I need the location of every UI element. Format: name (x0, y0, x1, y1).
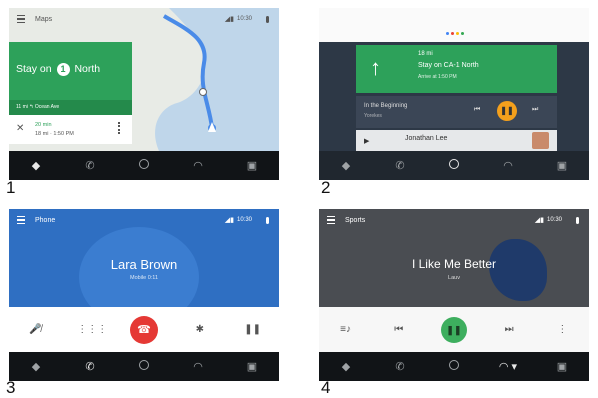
artist-name: Lauv (448, 275, 460, 281)
home-icon[interactable] (134, 360, 154, 373)
song-title: I Like Me Better (411, 257, 497, 271)
route-badge: 1 (56, 63, 70, 76)
close-icon[interactable]: ✕ (16, 123, 24, 134)
bottom-nav: ◆ ✆ ◠ ▣ (9, 151, 279, 180)
mic-icon[interactable] (266, 15, 269, 23)
instruction-prefix: Stay on (16, 63, 52, 75)
status-bar: Maps ◢▮ 10:30 (9, 8, 279, 30)
end-call-button[interactable]: ☎ (129, 315, 158, 344)
navigation-icon[interactable]: ◆ (26, 159, 46, 172)
phone-icon[interactable]: ✆ (390, 159, 410, 172)
menu-icon[interactable] (17, 15, 25, 23)
clock: 10:30 (546, 217, 562, 223)
status-bar: Phone ◢▮ 10:30 (9, 209, 279, 231)
contact-card[interactable]: ▶ Jonathan Lee (356, 130, 557, 152)
navigation-icon[interactable]: ◆ (336, 159, 356, 172)
call-controls: 🎤̸ ⋮⋮⋮ ☎ ✱ ❚❚ (9, 307, 279, 352)
mic-icon[interactable] (576, 216, 579, 224)
navigation-card[interactable]: ↑ 18 mi Stay on CA-1 North Arrive at 1:5… (356, 45, 557, 93)
turn-card[interactable]: Stay on 1 North 11 mi ↰ Ocean Ave (9, 42, 132, 115)
play-icon[interactable]: ▶ (364, 137, 369, 145)
bluetooth-icon[interactable]: ✱ (189, 324, 211, 335)
music-title: In the Beginning (364, 103, 408, 109)
music-card[interactable]: In the Beginning Yorekes ⏮ ❚❚ ⏭ (356, 96, 557, 128)
recents-icon[interactable]: ▣ (242, 159, 262, 172)
phone-icon[interactable]: ✆ (80, 360, 100, 373)
straight-arrow-icon: ↑ (370, 55, 381, 80)
panel-number-4: 4 (321, 378, 331, 397)
phone-icon[interactable]: ✆ (80, 159, 100, 172)
menu-icon[interactable] (327, 216, 335, 224)
instruction-direction: North (74, 63, 101, 75)
app-title: Sports (345, 216, 366, 224)
recents-icon[interactable]: ▣ (552, 360, 572, 373)
home-icon[interactable] (444, 360, 464, 373)
signal-icon: ◢▮ (224, 16, 234, 23)
mute-icon[interactable]: 🎤̸ (24, 324, 46, 335)
status-bar: Sports ◢▮ 10:30 (319, 209, 589, 231)
headphones-icon[interactable]: ◠ (188, 360, 208, 373)
clock: 10:30 (236, 16, 252, 22)
recents-icon[interactable]: ▣ (552, 159, 572, 172)
contact-name: Jonathan Lee (405, 135, 448, 142)
overview-screen: ↑ 18 mi Stay on CA-1 North Arrive at 1:5… (319, 8, 589, 180)
pause-button[interactable]: ❚❚ (440, 316, 467, 343)
queue-icon[interactable]: ≡♪ (335, 324, 357, 335)
app-title: Maps (35, 15, 53, 23)
call-status: Mobile 0:11 (129, 275, 159, 281)
panel-number-1: 1 (6, 178, 16, 197)
headphones-icon[interactable]: ◠ (188, 159, 208, 172)
signal-icon: ◢▮ (224, 217, 234, 224)
dialpad-icon[interactable]: ⋮⋮⋮ (77, 324, 107, 335)
mic-icon[interactable] (266, 216, 269, 224)
music-subtitle: Yorekes (364, 113, 382, 119)
maps-screen: Maps ◢▮ 10:30 Stay on 1 North 11 mi ↰ Oc… (9, 8, 279, 180)
assistant-dots-icon[interactable] (446, 22, 466, 40)
home-icon[interactable] (444, 159, 464, 172)
next-icon[interactable]: ⏭ (532, 106, 538, 114)
previous-icon[interactable]: ⏮ (388, 324, 410, 335)
app-title: Phone (35, 216, 56, 224)
navigation-icon[interactable]: ◆ (336, 360, 356, 373)
then-step: 11 mi ↰ Ocean Ave (9, 100, 132, 115)
home-icon[interactable] (134, 159, 154, 172)
turn-instruction: Stay on 1 North (16, 63, 100, 76)
headphones-icon[interactable]: ◠ (498, 159, 518, 172)
bottom-nav: ◆ ✆ ◠ ▾ ▣ (319, 352, 589, 381)
pause-button[interactable]: ❚❚ (497, 101, 517, 121)
assistant-bar (319, 8, 589, 42)
bottom-nav: ◆ ✆ ◠ ▣ (9, 352, 279, 381)
playback-controls: ≡♪ ⏮ ❚❚ ⏭ ⋮ (319, 307, 589, 352)
nav-arrival: Arrive at 1:50 PM (418, 74, 457, 80)
nav-instruction: Stay on CA-1 North (418, 62, 479, 69)
signal-icon: ◢▮ (534, 217, 544, 224)
hold-icon[interactable]: ❚❚ (242, 324, 264, 335)
menu-icon[interactable] (17, 216, 25, 224)
bottom-nav: ◆ ✆ ◠ ▣ (319, 151, 589, 180)
clock: 10:30 (236, 217, 252, 223)
navigation-icon[interactable]: ◆ (26, 360, 46, 373)
eta-card[interactable]: ✕ 20 min 18 mi · 1:50 PM (9, 115, 132, 144)
avatar (532, 132, 549, 149)
phone-icon[interactable]: ✆ (390, 360, 410, 373)
eta-detail: 18 mi · 1:50 PM (35, 131, 74, 137)
nav-distance: 18 mi (418, 51, 433, 57)
caller-name: Lara Brown (110, 257, 178, 272)
panel-number-2: 2 (321, 178, 331, 197)
eta-time: 20 min (35, 122, 52, 128)
music-screen: Sports ◢▮ 10:30 I Like Me Better Lauv ≡♪… (319, 209, 589, 381)
phone-screen: Phone ◢▮ 10:30 Lara Brown Mobile 0:11 🎤̸… (9, 209, 279, 381)
recents-icon[interactable]: ▣ (242, 360, 262, 373)
previous-icon[interactable]: ⏮ (474, 106, 480, 114)
next-icon[interactable]: ⏭ (498, 324, 520, 335)
more-icon[interactable] (118, 122, 122, 134)
panel-number-3: 3 (6, 378, 16, 397)
more-icon[interactable]: ⋮ (551, 324, 573, 335)
headphones-icon[interactable]: ◠ ▾ (498, 360, 518, 373)
